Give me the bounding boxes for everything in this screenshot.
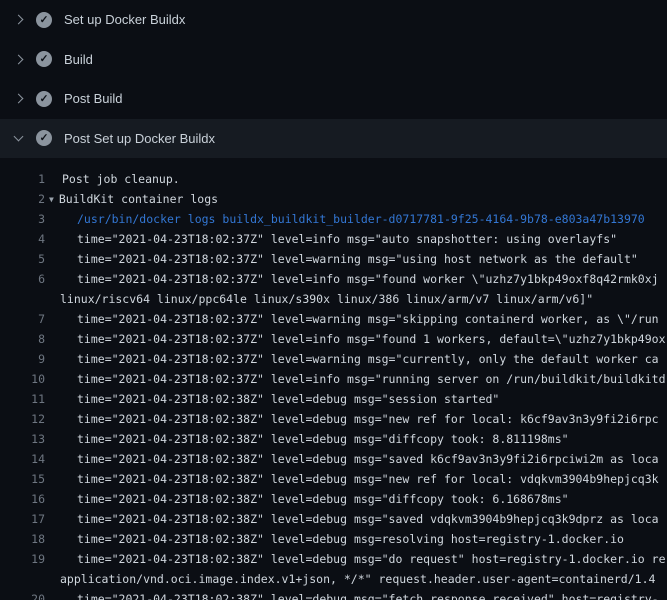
log-text: time="2021-04-23T18:02:38Z" level=debug …	[45, 589, 659, 600]
log-text: time="2021-04-23T18:02:38Z" level=debug …	[45, 549, 666, 569]
log-row: 17time="2021-04-23T18:02:38Z" level=debu…	[0, 509, 667, 529]
step-header-post-build[interactable]: ✓ Post Build	[0, 79, 667, 119]
line-number[interactable]: 13	[0, 429, 45, 449]
line-number	[0, 289, 45, 309]
log-row: 4time="2021-04-23T18:02:37Z" level=info …	[0, 229, 667, 249]
line-number[interactable]: 19	[0, 549, 45, 569]
group-collapse-icon[interactable]: ▼	[49, 190, 54, 210]
log-row: 16time="2021-04-23T18:02:38Z" level=debu…	[0, 489, 667, 509]
log-row: 3/usr/bin/docker logs buildx_buildkit_bu…	[0, 209, 667, 229]
line-number[interactable]: 15	[0, 469, 45, 489]
line-number[interactable]: 1	[0, 169, 45, 189]
log-row: 6time="2021-04-23T18:02:37Z" level=info …	[0, 269, 667, 289]
log-row: 10time="2021-04-23T18:02:37Z" level=info…	[0, 369, 667, 389]
step-label: Post Set up Docker Buildx	[64, 131, 215, 146]
log-text: time="2021-04-23T18:02:38Z" level=debug …	[45, 409, 659, 429]
line-number[interactable]: 7	[0, 309, 45, 329]
log-text: time="2021-04-23T18:02:37Z" level=info m…	[45, 369, 666, 389]
log-text: time="2021-04-23T18:02:38Z" level=debug …	[45, 489, 569, 509]
log-row: 12time="2021-04-23T18:02:38Z" level=debu…	[0, 409, 667, 429]
line-number[interactable]: 10	[0, 369, 45, 389]
line-number[interactable]: 14	[0, 449, 45, 469]
log-text: time="2021-04-23T18:02:38Z" level=debug …	[45, 389, 499, 409]
line-number[interactable]: 11	[0, 389, 45, 409]
log-text: time="2021-04-23T18:02:37Z" level=info m…	[45, 229, 617, 249]
line-number[interactable]: 12	[0, 409, 45, 429]
log-row: 9time="2021-04-23T18:02:37Z" level=warni…	[0, 349, 667, 369]
log-row: linux/riscv64 linux/ppc64le linux/s390x …	[0, 289, 667, 309]
log-row: 19time="2021-04-23T18:02:38Z" level=debu…	[0, 549, 667, 569]
line-number	[0, 569, 45, 589]
step-header-post-set-up-docker-buildx[interactable]: ✓ Post Set up Docker Buildx	[0, 119, 667, 159]
step-label: Build	[64, 52, 93, 67]
log-text: time="2021-04-23T18:02:37Z" level=warnin…	[45, 349, 659, 369]
log-text: time="2021-04-23T18:02:38Z" level=debug …	[45, 429, 569, 449]
step-header-set-up-docker-buildx[interactable]: ✓ Set up Docker Buildx	[0, 0, 667, 40]
log-row: 2▼ BuildKit container logs	[0, 189, 667, 209]
chevron-right-icon	[14, 54, 24, 64]
line-number[interactable]: 2	[0, 189, 45, 209]
line-number[interactable]: 17	[0, 509, 45, 529]
log-text: time="2021-04-23T18:02:38Z" level=debug …	[45, 469, 659, 489]
log-text: time="2021-04-23T18:02:38Z" level=debug …	[45, 529, 624, 549]
log-command-text: /usr/bin/docker logs buildx_buildkit_bui…	[45, 209, 645, 229]
group-title: BuildKit container logs	[59, 192, 218, 206]
log-text: application/vnd.oci.image.index.v1+json,…	[45, 569, 655, 589]
log-text: time="2021-04-23T18:02:38Z" level=debug …	[45, 449, 659, 469]
log-text: time="2021-04-23T18:02:37Z" level=info m…	[45, 269, 659, 289]
log-row: 20time="2021-04-23T18:02:38Z" level=debu…	[0, 589, 667, 600]
log-row: 15time="2021-04-23T18:02:38Z" level=debu…	[0, 469, 667, 489]
step-header-build[interactable]: ✓ Build	[0, 40, 667, 80]
log-row: 5time="2021-04-23T18:02:37Z" level=warni…	[0, 249, 667, 269]
check-circle-icon: ✓	[36, 130, 52, 146]
log-group-toggle[interactable]: ▼ BuildKit container logs	[45, 189, 218, 209]
log-row: 7time="2021-04-23T18:02:37Z" level=warni…	[0, 309, 667, 329]
log-text: Post job cleanup.	[45, 169, 180, 189]
chevron-right-icon	[14, 94, 24, 104]
line-number[interactable]: 16	[0, 489, 45, 509]
log-text: time="2021-04-23T18:02:38Z" level=debug …	[45, 509, 659, 529]
step-label: Post Build	[64, 91, 123, 106]
line-number[interactable]: 20	[0, 589, 45, 600]
log-row: 11time="2021-04-23T18:02:38Z" level=debu…	[0, 389, 667, 409]
chevron-right-icon	[14, 15, 24, 25]
check-circle-icon: ✓	[36, 12, 52, 28]
line-number[interactable]: 18	[0, 529, 45, 549]
log-row: 14time="2021-04-23T18:02:38Z" level=debu…	[0, 449, 667, 469]
check-circle-icon: ✓	[36, 91, 52, 107]
log-text: time="2021-04-23T18:02:37Z" level=warnin…	[45, 309, 659, 329]
log-text: linux/riscv64 linux/ppc64le linux/s390x …	[45, 289, 593, 309]
chevron-down-icon	[14, 132, 24, 142]
log-row: 1Post job cleanup.	[0, 169, 667, 189]
line-number[interactable]: 3	[0, 209, 45, 229]
log-text: time="2021-04-23T18:02:37Z" level=warnin…	[45, 249, 638, 269]
line-number[interactable]: 9	[0, 349, 45, 369]
log-text: time="2021-04-23T18:02:37Z" level=info m…	[45, 329, 666, 349]
check-circle-icon: ✓	[36, 51, 52, 67]
log-lines: 1Post job cleanup.2▼ BuildKit container l…	[0, 158, 667, 600]
log-row: 13time="2021-04-23T18:02:38Z" level=debu…	[0, 429, 667, 449]
line-number[interactable]: 5	[0, 249, 45, 269]
log-row: 18time="2021-04-23T18:02:38Z" level=debu…	[0, 529, 667, 549]
log-row: application/vnd.oci.image.index.v1+json,…	[0, 569, 667, 589]
steps-list: ✓ Set up Docker Buildx ✓ Build ✓ Post Bu…	[0, 0, 667, 158]
log-row: 8time="2021-04-23T18:02:37Z" level=info …	[0, 329, 667, 349]
line-number[interactable]: 6	[0, 269, 45, 289]
line-number[interactable]: 8	[0, 329, 45, 349]
line-number[interactable]: 4	[0, 229, 45, 249]
step-label: Set up Docker Buildx	[64, 12, 185, 27]
